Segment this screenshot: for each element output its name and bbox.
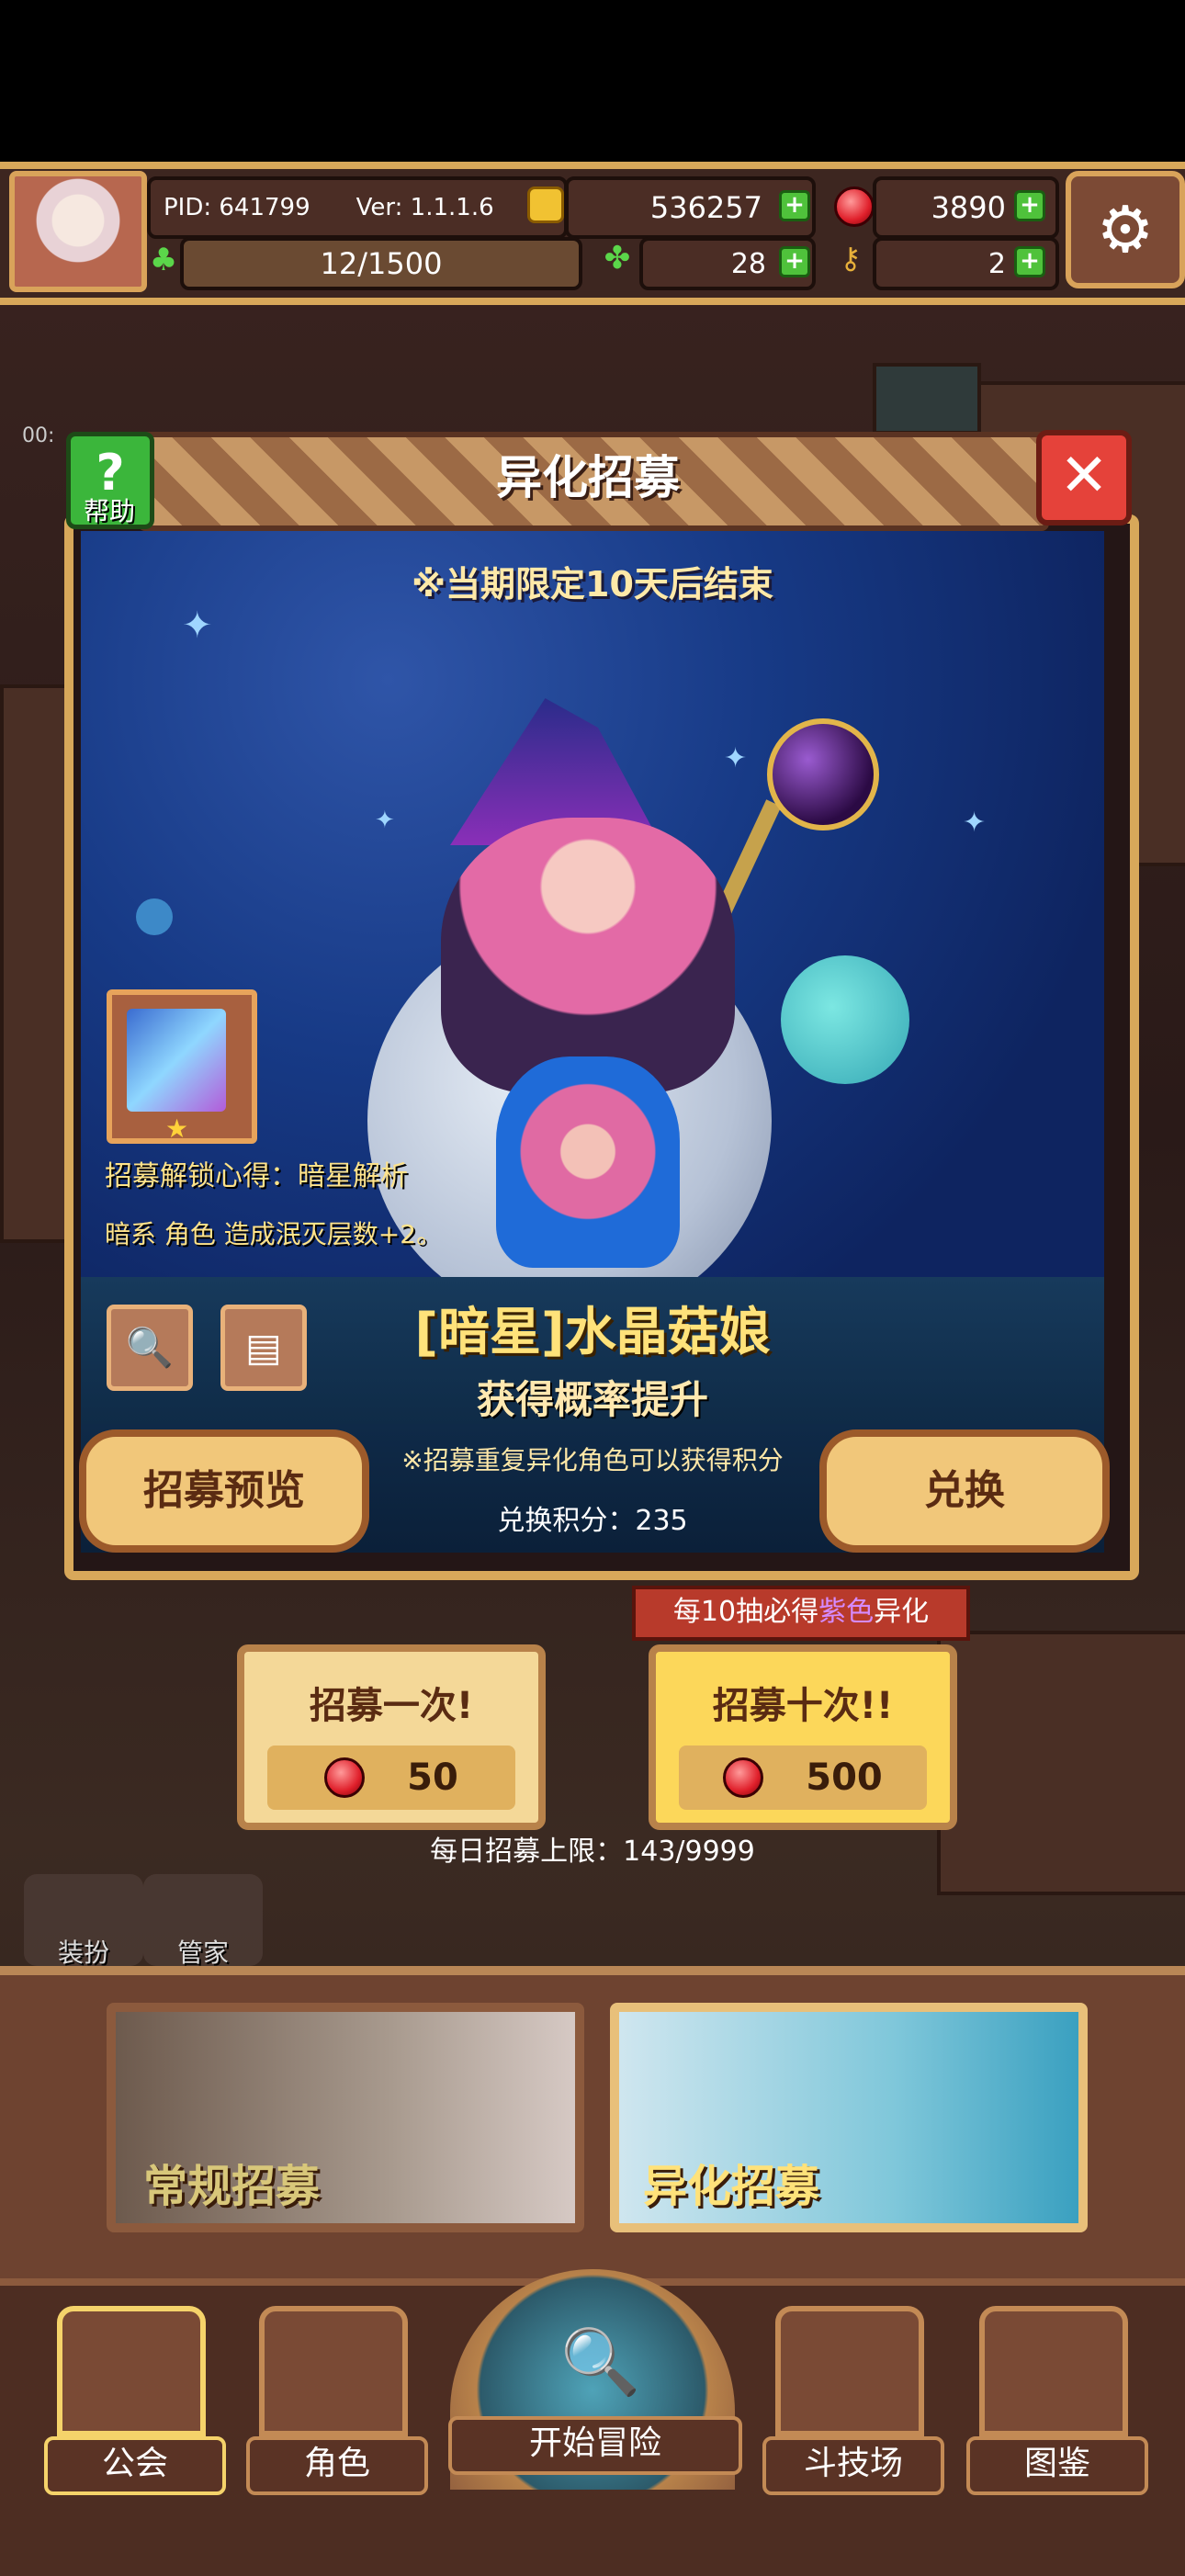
unlock-item-icon bbox=[127, 1009, 226, 1112]
exchange-label: 兑换 bbox=[924, 1467, 1005, 1514]
clover-value: 28 bbox=[730, 247, 766, 280]
magnifier-globe-icon: 🔍 bbox=[560, 2324, 641, 2400]
chat-bubble-icon bbox=[873, 363, 981, 435]
recruit-once-label: 招募一次! bbox=[309, 1685, 474, 1727]
recruit-ten-label: 招募十次!! bbox=[712, 1685, 894, 1727]
gem-icon bbox=[723, 1757, 764, 1798]
nav-codex[interactable]: 图鉴 bbox=[966, 2306, 1148, 2495]
stamina-clover-icon: ♣ bbox=[149, 242, 178, 278]
guarantee-banner: 每10抽必得紫色异化 bbox=[632, 1586, 970, 1641]
gem-value: 3890 bbox=[931, 190, 1006, 225]
stamina-bar: 12/1500 bbox=[180, 237, 582, 290]
add-gold-plus-icon[interactable]: + bbox=[779, 190, 810, 221]
magnifier-icon: 🔍 bbox=[125, 1325, 175, 1370]
add-key-plus-icon[interactable]: + bbox=[1014, 246, 1045, 277]
pid-text: PID: 641799 bbox=[164, 194, 310, 221]
exchange-points: 兑换积分：235 bbox=[497, 1505, 688, 1537]
player-avatar[interactable] bbox=[9, 171, 147, 292]
dress-up-label: 装扮 bbox=[57, 1938, 109, 1968]
nav-arena-label: 斗技场 bbox=[762, 2436, 944, 2495]
recruit-ten-button[interactable]: 招募十次!! 500 bbox=[649, 1644, 957, 1830]
rate-up-text: 获得概率提升 bbox=[476, 1377, 708, 1422]
nav-adventure-label: 开始冒险 bbox=[448, 2416, 742, 2475]
unlock-label: 招募解锁心得：暗星解析 bbox=[105, 1160, 408, 1192]
recruit-ten-cost: 500 bbox=[679, 1746, 927, 1810]
key-icon: ⚷ bbox=[840, 241, 862, 276]
chibi-sprite bbox=[496, 1056, 680, 1268]
recruit-once-cost-value: 50 bbox=[407, 1757, 458, 1799]
close-icon: ✕ bbox=[1059, 442, 1109, 510]
red-gem-icon bbox=[834, 186, 875, 227]
featured-character-name: [暗星]水晶菇娘 bbox=[414, 1303, 771, 1362]
key-value: 2 bbox=[988, 247, 1006, 280]
recruit-once-button[interactable]: 招募一次! 50 bbox=[237, 1644, 546, 1830]
recruit-preview-label: 招募预览 bbox=[143, 1467, 305, 1514]
settings-button[interactable]: ⚙ bbox=[1066, 171, 1185, 288]
guild-icon bbox=[57, 2306, 206, 2436]
star-icon: ★ bbox=[165, 1113, 189, 1144]
nav-guild[interactable]: 公会 bbox=[44, 2306, 226, 2495]
nav-guild-label: 公会 bbox=[44, 2436, 226, 2495]
add-clover-plus-icon[interactable]: + bbox=[779, 246, 810, 277]
book-icon bbox=[979, 2306, 1128, 2436]
recruit-once-cost: 50 bbox=[267, 1746, 515, 1810]
crossed-swords-icon bbox=[775, 2306, 924, 2436]
butler-label: 管家 bbox=[176, 1938, 229, 1968]
add-gem-plus-icon[interactable]: + bbox=[1014, 190, 1045, 221]
normal-recruit-label: 常规招募 bbox=[143, 2161, 321, 2212]
special-recruit-label: 异化招募 bbox=[643, 2161, 820, 2212]
bookshelf-lower bbox=[937, 1631, 1185, 1895]
recruit-ten-cost-value: 500 bbox=[806, 1757, 883, 1799]
version-text: Ver: 1.1.1.6 bbox=[356, 194, 494, 221]
gear-icon: ⚙ bbox=[1096, 192, 1155, 267]
exchange-button[interactable]: 兑换 bbox=[819, 1429, 1110, 1553]
clover-icon: ✤ bbox=[604, 240, 631, 277]
dialog-title: 异化招募 bbox=[496, 451, 680, 504]
normal-recruit-banner[interactable]: 常规招募 bbox=[107, 2003, 584, 2232]
nav-character-label: 角色 bbox=[246, 2436, 428, 2495]
dark-orb bbox=[767, 718, 879, 830]
wall-panel bbox=[0, 684, 72, 1243]
gold-value: 536257 bbox=[649, 190, 762, 225]
special-recruit-banner[interactable]: 异化招募 bbox=[610, 2003, 1088, 2232]
limited-time-notice: ※当期限定10天后结束 bbox=[412, 564, 773, 604]
small-planet bbox=[781, 955, 909, 1084]
unlock-description: 暗系 角色 造成泯灭层数+2。 bbox=[105, 1219, 443, 1249]
stamina-value: 12/1500 bbox=[320, 246, 443, 281]
inspect-button[interactable]: 🔍 bbox=[107, 1305, 193, 1391]
character-art bbox=[441, 818, 735, 1093]
close-button[interactable]: ✕ bbox=[1036, 430, 1132, 525]
guarantee-suffix: 异化 bbox=[874, 1596, 930, 1628]
guarantee-prefix: 每10抽必得 bbox=[672, 1596, 819, 1628]
nav-arena[interactable]: 斗技场 bbox=[762, 2306, 944, 2495]
gem-icon bbox=[324, 1757, 366, 1798]
daily-recruit-limit: 每日招募上限：143/9999 bbox=[430, 1836, 755, 1868]
timer-text: 00: bbox=[22, 424, 55, 447]
character-icon bbox=[259, 2306, 408, 2436]
nav-codex-label: 图鉴 bbox=[966, 2436, 1148, 2495]
recruit-preview-button[interactable]: 招募预览 bbox=[79, 1429, 369, 1553]
guarantee-highlight: 紫色 bbox=[818, 1596, 875, 1628]
help-label: 帮助 bbox=[83, 496, 135, 526]
gold-coin-icon bbox=[527, 186, 564, 223]
id-version-panel: PID: 641799 Ver: 1.1.1.6 bbox=[147, 176, 568, 239]
nav-character[interactable]: 角色 bbox=[246, 2306, 428, 2495]
duplicate-note: ※招募重复异化角色可以获得积分 bbox=[401, 1445, 784, 1475]
